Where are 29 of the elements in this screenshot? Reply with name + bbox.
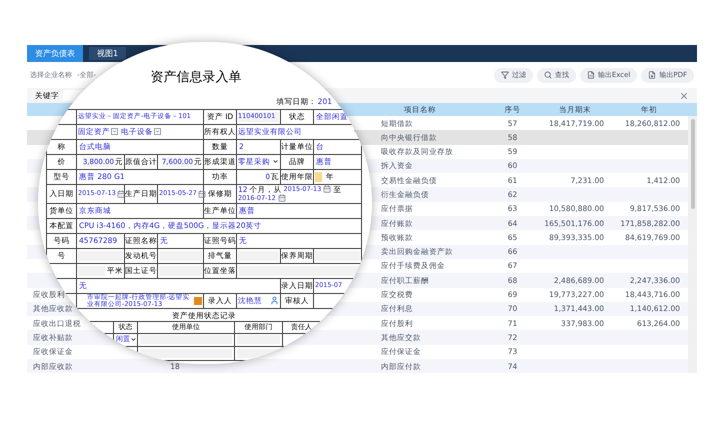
caret-icon[interactable] xyxy=(272,158,279,166)
search-icon xyxy=(544,71,552,79)
input-field[interactable] xyxy=(315,172,322,182)
spreadsheet-icon xyxy=(586,71,595,79)
input-field[interactable] xyxy=(78,250,123,261)
scrollbar[interactable] xyxy=(688,116,697,374)
input-field[interactable] xyxy=(315,250,360,261)
person-icon[interactable] xyxy=(270,296,279,306)
tab[interactable]: 资产负债表 xyxy=(27,45,83,62)
input-field[interactable] xyxy=(140,349,232,358)
input-field[interactable] xyxy=(78,266,105,276)
caret-icon[interactable] xyxy=(130,336,137,343)
input-field[interactable] xyxy=(159,266,202,276)
calendar-icon[interactable] xyxy=(116,190,125,198)
document-icon xyxy=(648,71,656,79)
input-field[interactable] xyxy=(140,335,232,344)
scrollbar-thumb[interactable] xyxy=(690,119,694,209)
calendar-icon[interactable] xyxy=(278,194,286,202)
calendar-icon[interactable] xyxy=(323,185,332,194)
tab[interactable]: 视图1 xyxy=(89,47,126,60)
org-icon[interactable] xyxy=(194,296,202,305)
input-field[interactable] xyxy=(159,250,202,261)
input-field[interactable] xyxy=(237,335,280,344)
calendar-icon[interactable] xyxy=(198,190,206,198)
close-icon[interactable] xyxy=(679,90,689,100)
form-title: 资产信息录入单 xyxy=(150,69,242,87)
input-field[interactable] xyxy=(238,266,360,276)
input-field[interactable] xyxy=(238,250,279,261)
filter-icon xyxy=(500,71,509,79)
